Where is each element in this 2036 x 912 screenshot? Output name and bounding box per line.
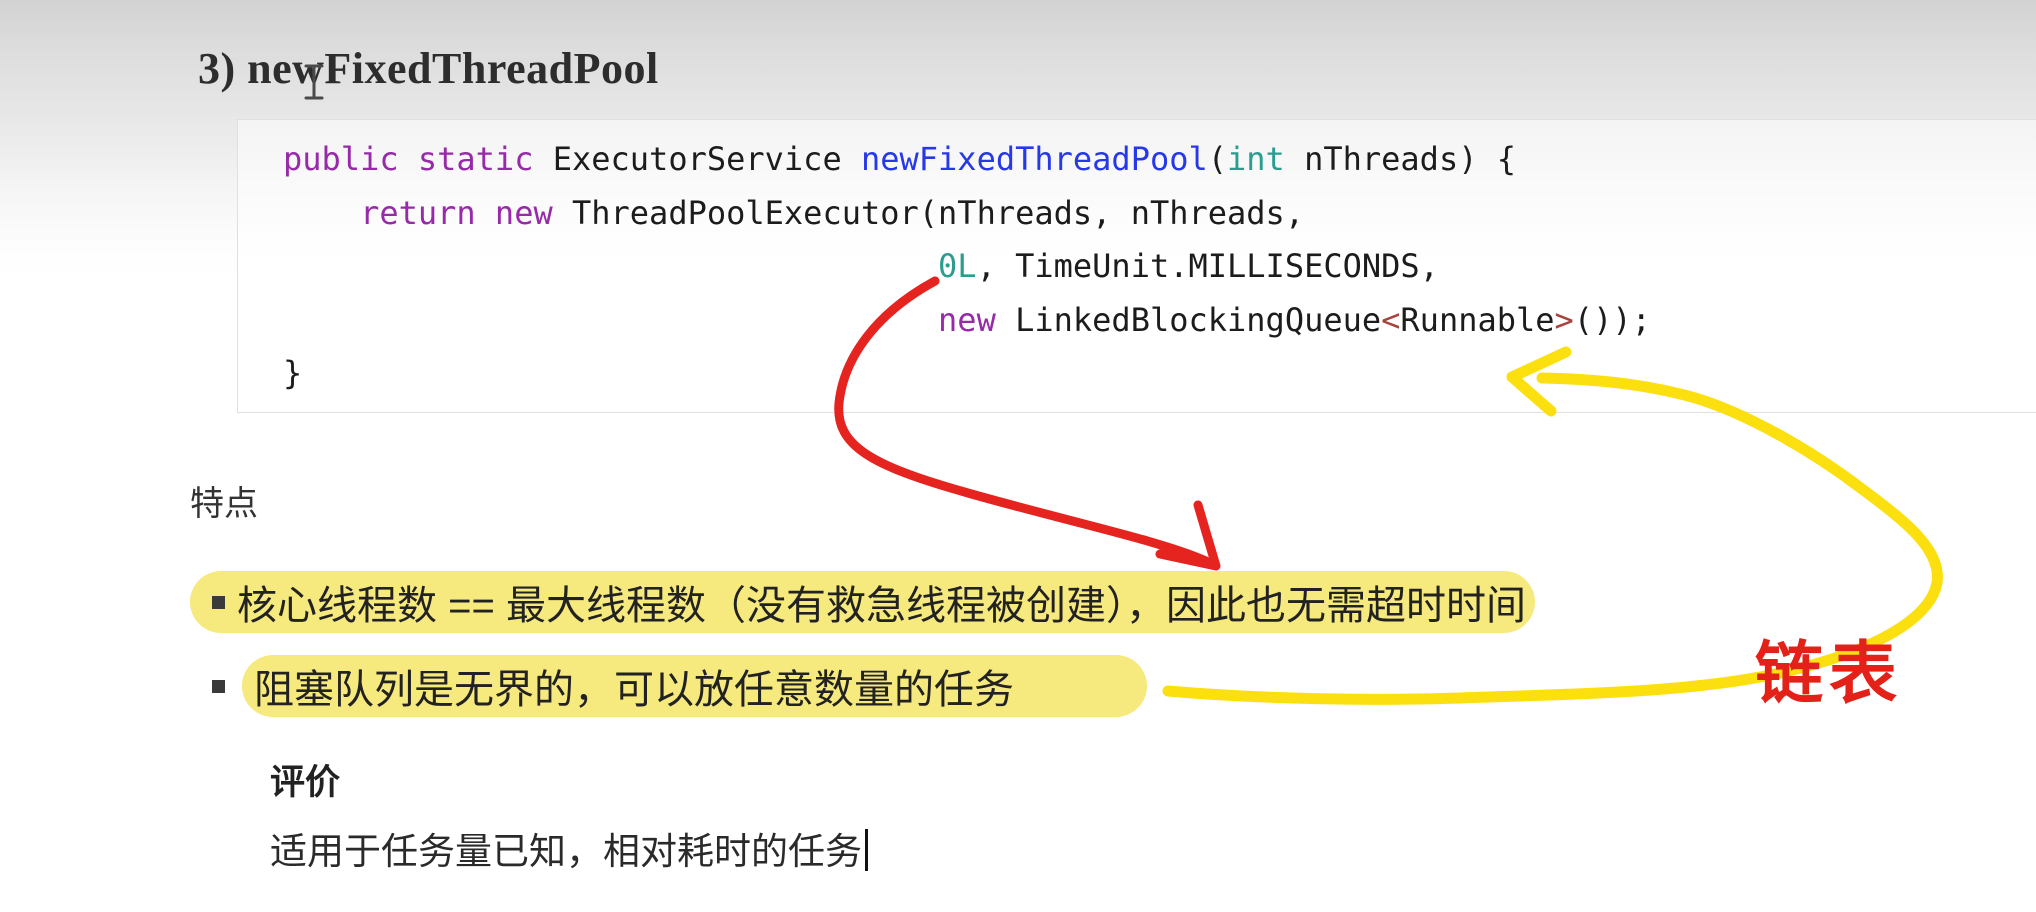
evaluation-title: 评价 — [270, 754, 868, 805]
code-segment-plain — [283, 301, 938, 339]
code-segment-plain: Runnable — [1400, 301, 1554, 339]
code-segment-plain: ()); — [1574, 301, 1651, 339]
features-label[interactable]: 特点 — [190, 476, 258, 525]
page-title[interactable]: 3) newFixedThreadPool — [198, 43, 659, 94]
evaluation-block[interactable]: 评价 适用于任务量已知，相对耗时的任务 — [270, 754, 868, 875]
code-segment-number: 0L — [938, 247, 977, 285]
code-segment-plain — [476, 194, 495, 232]
code-segment-plain: ExecutorService — [533, 140, 861, 178]
code-segment-plain: , TimeUnit.MILLISECONDS, — [977, 247, 1439, 285]
code-segment-type: int — [1227, 140, 1285, 178]
bullet-text: 阻塞队列是无界的，可以放任意数量的任务 — [254, 657, 1014, 715]
code-segment-plain: nThreads) { — [1285, 140, 1516, 178]
code-block[interactable]: public static ExecutorService newFixedTh… — [237, 119, 2036, 413]
code-segment-plain: ThreadPoolExecutor(nThreads, nThreads, — [553, 194, 1304, 232]
red-arrowhead-icon — [1160, 505, 1216, 566]
code-line: public static ExecutorService newFixedTh… — [283, 133, 2036, 187]
bullet-text: 核心线程数 == 最大线程数（没有救急线程被创建），因此也无需超时时间 — [237, 573, 1526, 631]
bullet-marker — [212, 596, 225, 609]
code-line: } — [283, 347, 2036, 401]
code-segment-function: newFixedThreadPool — [861, 140, 1208, 178]
bullet-marker — [212, 680, 225, 693]
text-caret — [865, 829, 868, 871]
code-line: 0L, TimeUnit.MILLISECONDS, — [283, 240, 2036, 294]
code-segment-bracket: < — [1381, 301, 1400, 339]
code-segment-bracket: > — [1555, 301, 1574, 339]
document-page: 3) newFixedThreadPool public static Exec… — [0, 0, 2036, 912]
highlighted-bullet-2[interactable]: 阻塞队列是无界的，可以放任意数量的任务 — [242, 655, 1147, 717]
code-segment-plain — [399, 140, 418, 178]
code-segment-keyword: new — [495, 194, 553, 232]
code-segment-plain: } — [283, 354, 302, 392]
java-code: public static ExecutorService newFixedTh… — [238, 120, 2036, 401]
code-line: new LinkedBlockingQueue<Runnable>()); — [283, 294, 2036, 348]
code-segment-keyword: return — [360, 194, 476, 232]
linked-list-annotation: 链表 — [1755, 618, 1903, 717]
code-segment-plain — [283, 247, 938, 285]
code-segment-keyword: public — [283, 140, 399, 178]
code-segment-plain: LinkedBlockingQueue — [996, 301, 1381, 339]
code-line: return new ThreadPoolExecutor(nThreads, … — [283, 187, 2036, 241]
highlighted-bullet-1[interactable]: 核心线程数 == 最大线程数（没有救急线程被创建），因此也无需超时时间 — [190, 571, 1535, 633]
evaluation-body: 适用于任务量已知，相对耗时的任务 — [270, 821, 868, 875]
code-segment-plain: ( — [1208, 140, 1227, 178]
code-segment-keyword: static — [418, 140, 534, 178]
code-segment-plain — [283, 194, 360, 232]
code-segment-keyword: new — [938, 301, 996, 339]
evaluation-text: 适用于任务量已知，相对耗时的任务 — [270, 831, 862, 872]
